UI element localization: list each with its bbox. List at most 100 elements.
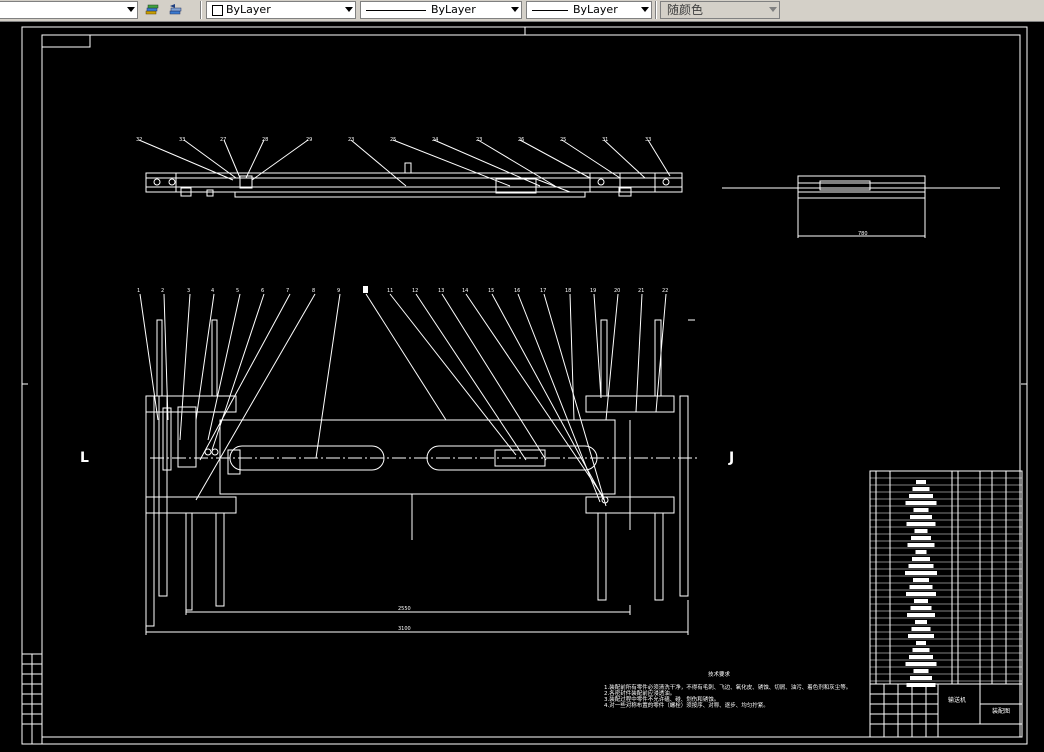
- svg-text:19: 19: [590, 288, 596, 294]
- tech-note-3: 3.装配过程中零件不允许磕、碰、划伤和锈蚀。: [604, 695, 719, 703]
- parts-list-entry: [916, 641, 926, 645]
- properties-toolbar: ByLayer ByLayer ByLayer 随颜色: [0, 0, 1044, 22]
- parts-list-entry: [914, 529, 928, 533]
- svg-text:8: 8: [312, 288, 315, 294]
- svg-text:1: 1: [137, 288, 140, 294]
- corner-code-box: [41, 34, 91, 48]
- svg-text:29: 29: [306, 137, 312, 143]
- svg-text:16: 16: [514, 288, 520, 294]
- svg-text:24: 24: [432, 137, 438, 143]
- end-view: [722, 175, 1000, 238]
- svg-text:23: 23: [348, 137, 354, 143]
- chevron-down-icon: [511, 7, 519, 12]
- parts-list-table: [869, 470, 1023, 685]
- svg-text:33: 33: [645, 137, 651, 143]
- svg-text:11: 11: [387, 288, 393, 294]
- chevron-down-icon: [345, 7, 353, 12]
- plan-dimension-outer: 3100: [398, 626, 411, 632]
- linetype-sample: [366, 10, 426, 11]
- technical-requirements: 技术要求 1.装配前所有零件必须清洗干净，不得有毛刺、飞边、氧化皮、锈蚀、切屑、…: [604, 670, 851, 709]
- plan-dimension-inner: 2550: [398, 606, 411, 612]
- lineweight-control-value: ByLayer: [573, 3, 618, 16]
- svg-text:2: 2: [161, 288, 164, 294]
- svg-text:15: 15: [488, 288, 494, 294]
- linetype-control-value: ByLayer: [431, 3, 476, 16]
- parts-list-entry: [909, 585, 933, 589]
- parts-list-entry: [909, 655, 933, 659]
- parts-list-entry: [908, 564, 934, 568]
- layer-states-icon[interactable]: [144, 2, 160, 18]
- chevron-down-icon: [127, 7, 135, 12]
- parts-list-entry: [913, 508, 929, 512]
- plotstyle-control-value: 随颜色: [667, 3, 704, 17]
- parts-list-entry: [915, 620, 927, 624]
- layer-dropdown[interactable]: [0, 1, 138, 19]
- elevation-view: [138, 139, 683, 198]
- parts-list-entry: [915, 550, 927, 554]
- linetype-control-dropdown[interactable]: ByLayer: [360, 1, 522, 19]
- svg-text:4: 4: [211, 288, 214, 294]
- lineweight-sample: [532, 10, 568, 11]
- parts-list-entry: [914, 599, 928, 603]
- svg-text:28: 28: [262, 137, 268, 143]
- parts-list-entry: [910, 515, 932, 519]
- color-control-dropdown[interactable]: ByLayer: [206, 1, 356, 19]
- parts-list-entry: [913, 578, 929, 582]
- parts-list-entry: [910, 676, 932, 680]
- svg-text:18: 18: [565, 288, 571, 294]
- svg-text:5: 5: [236, 288, 239, 294]
- svg-text:27: 27: [220, 137, 226, 143]
- parts-list-entry: [905, 571, 937, 575]
- parts-list-entry: [905, 662, 937, 666]
- parts-list-entry: [916, 480, 926, 484]
- svg-text:12: 12: [412, 288, 418, 294]
- chevron-down-icon: [641, 7, 649, 12]
- tech-note-2: 2.各密封件装配前应浸透油。: [604, 689, 675, 697]
- toolbar-separator: [200, 1, 202, 19]
- svg-text:17: 17: [540, 288, 546, 294]
- chevron-down-icon: [769, 7, 777, 12]
- plotstyle-control-dropdown[interactable]: 随颜色: [660, 1, 780, 19]
- drawing-canvas[interactable]: 32 33 27 28 29 23 25 24 23 26 25 31 33 780: [0, 21, 1044, 748]
- parts-list-entry: [911, 536, 931, 540]
- parts-list-entry: [912, 648, 930, 652]
- svg-text:31: 31: [602, 137, 608, 143]
- side-view-dimension: 780: [858, 231, 868, 237]
- svg-text:26: 26: [518, 137, 524, 143]
- lineweight-control-dropdown[interactable]: ByLayer: [526, 1, 652, 19]
- title-block-name: 输送机: [948, 696, 966, 704]
- parts-list-entry: [907, 613, 935, 617]
- section-mark-left: L: [80, 450, 89, 466]
- svg-text:20: 20: [614, 288, 620, 294]
- parts-list-entry: [912, 487, 930, 491]
- svg-text:3: 3: [187, 288, 190, 294]
- cad-drawing: 32 33 27 28 29 23 25 24 23 26 25 31 33 780: [21, 26, 1028, 745]
- tech-note-4: 4.对一些对称布置的零件（螺栓）须按序、对称、逐步、均匀拧紧。: [604, 701, 769, 709]
- svg-text:14: 14: [462, 288, 468, 294]
- svg-text:32: 32: [136, 137, 142, 143]
- svg-text:21: 21: [638, 288, 644, 294]
- parts-list-entry: [906, 522, 936, 526]
- parts-list-entry: [908, 634, 934, 638]
- parts-list-entry: [907, 543, 935, 547]
- svg-text:6: 6: [261, 288, 264, 294]
- parts-list-entry: [912, 557, 930, 561]
- layer-previous-icon[interactable]: [167, 2, 183, 18]
- parts-list-entry: [906, 592, 936, 596]
- parts-list-entry: [906, 683, 936, 687]
- svg-text:9: 9: [337, 288, 340, 294]
- svg-text:7: 7: [286, 288, 289, 294]
- revision-table: [21, 653, 43, 745]
- parts-list-entry: [913, 669, 929, 673]
- color-swatch: [212, 5, 223, 16]
- tech-note-1: 1.装配前所有零件必须清洗干净，不得有毛刺、飞边、氧化皮、锈蚀、切屑、油污、着色…: [604, 683, 851, 691]
- svg-text:25: 25: [560, 137, 566, 143]
- parts-list-entry: [911, 627, 931, 631]
- toolbar-separator: [655, 1, 657, 19]
- title-block-sub: 装配图: [992, 707, 1010, 715]
- svg-text:13: 13: [438, 288, 444, 294]
- color-control-value: ByLayer: [226, 3, 271, 16]
- parts-list-entry: [910, 606, 932, 610]
- svg-text:23: 23: [476, 137, 482, 143]
- parts-list-entry: [905, 501, 937, 505]
